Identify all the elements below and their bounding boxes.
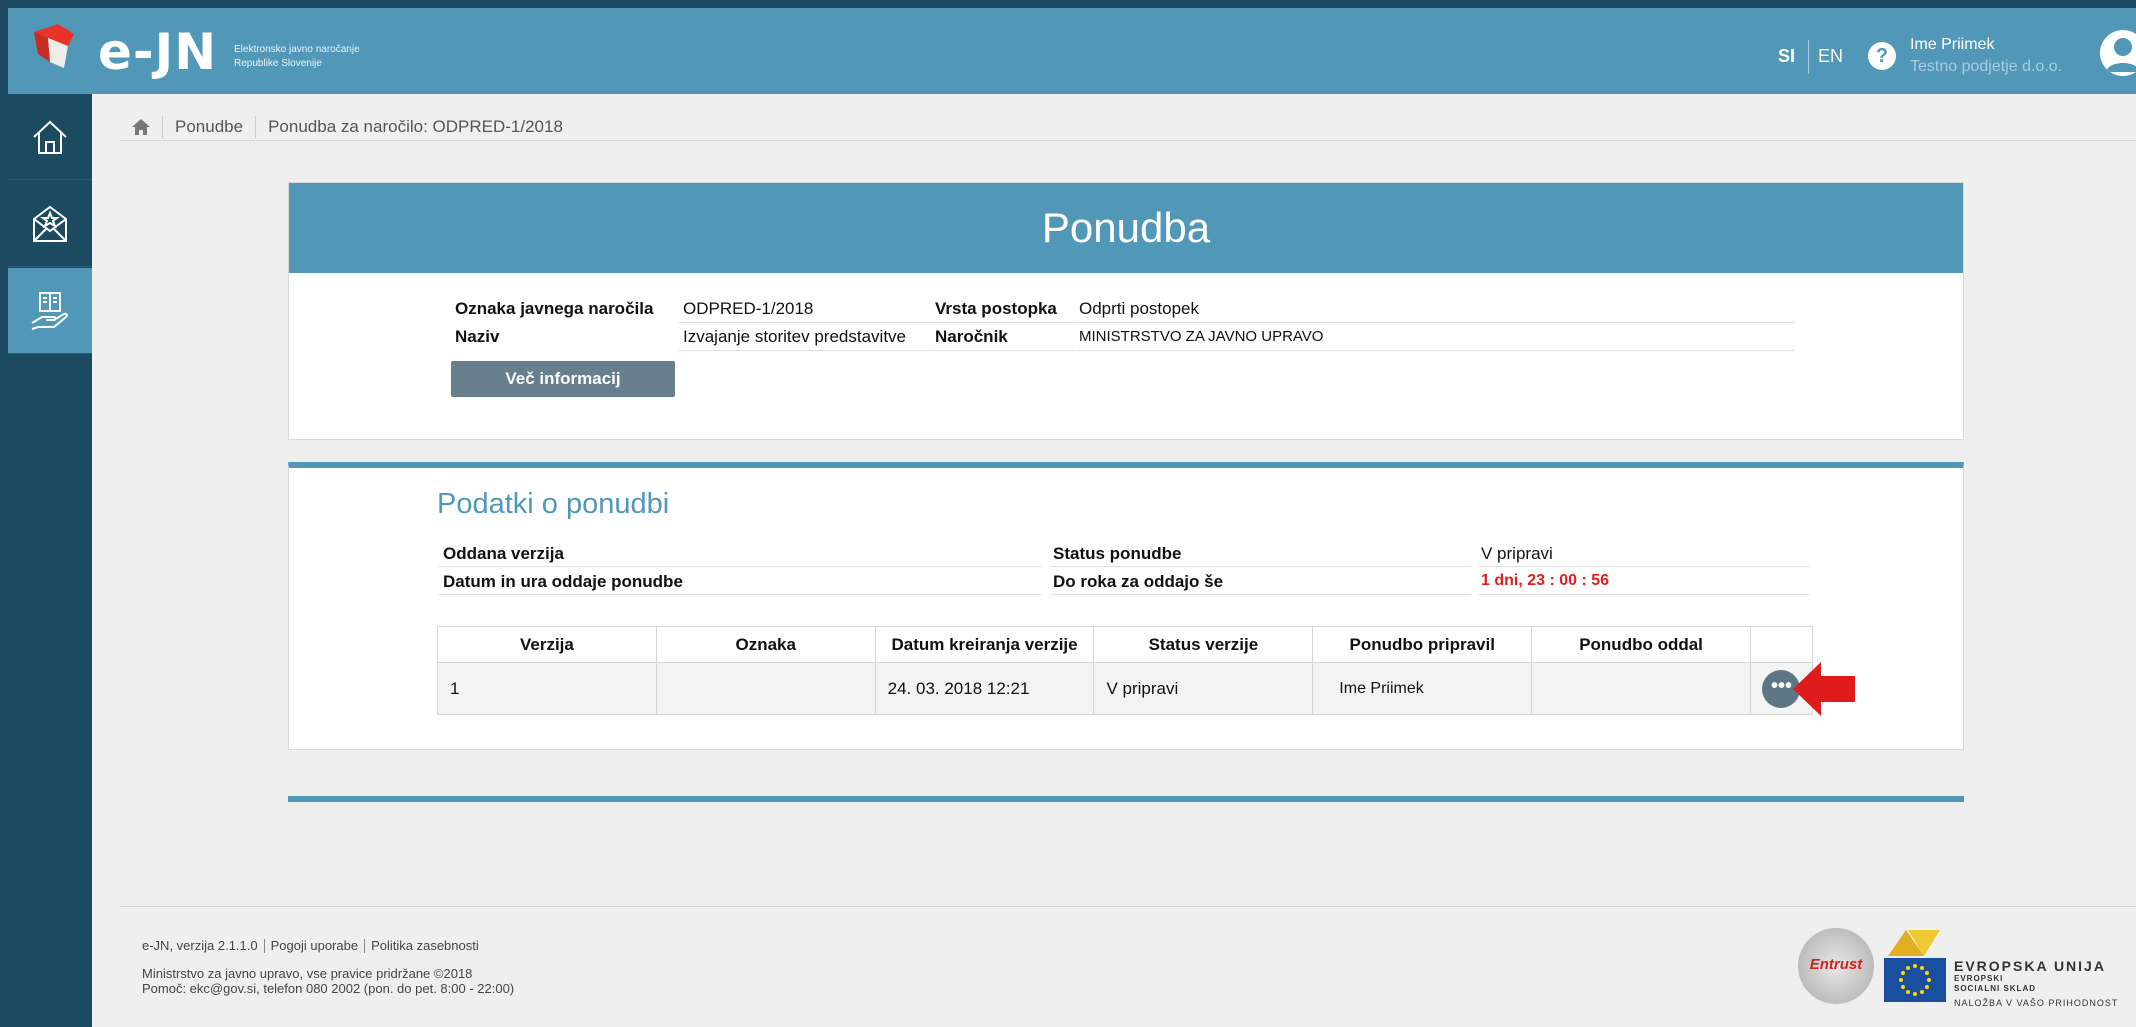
breadcrumb-item-current: Ponudba za naročilo: ODPRED-1/2018 xyxy=(268,117,563,136)
label-narocnik: Naročnik xyxy=(935,327,1008,346)
value-deadline: 1 dni, 23 : 00 : 56 xyxy=(1481,572,1610,589)
value-oznaka: ODPRED-1/2018 xyxy=(683,299,814,318)
eu-title: EVROPSKA UNIJA xyxy=(1954,958,2106,974)
bottom-accent-bar xyxy=(288,796,1964,802)
divider xyxy=(1479,566,1809,567)
top-header: e-JN Elektronsko javno naročanje Republi… xyxy=(8,8,2136,94)
eu-flag-icon xyxy=(1884,958,1946,1002)
sidebar-item-tenders[interactable] xyxy=(8,181,92,267)
column-header[interactable]: Datum kreiranja verzije xyxy=(874,626,1095,663)
table-header-row: Verzija Oznaka Datum kreiranja verzije S… xyxy=(437,626,1814,663)
logo-sub-line2: Republike Slovenije xyxy=(234,58,322,69)
cell-oddal xyxy=(1531,662,1751,715)
column-header[interactable]: Verzija xyxy=(437,626,657,663)
red-arrow-icon xyxy=(1793,662,1855,716)
breadcrumb-divider xyxy=(162,116,163,138)
label-oddana: Oddana verzija xyxy=(443,544,564,563)
cell-pripravil: Ime Priimek xyxy=(1312,662,1533,715)
divider xyxy=(1051,566,1471,567)
divider xyxy=(935,322,1075,323)
question-circle-icon[interactable]: ? xyxy=(1868,42,1896,70)
cell-datum: 24. 03. 2018 12:21 xyxy=(874,662,1095,715)
lang-divider xyxy=(1808,40,1809,74)
divider xyxy=(1479,594,1809,595)
value-narocnik: MINISTRSTVO ZA JAVNO UPRAVO xyxy=(1079,328,1324,345)
footer-divider xyxy=(120,906,2136,907)
user-name[interactable]: Ime Priimek xyxy=(1910,36,1994,54)
card-title: Ponudba xyxy=(289,183,1963,273)
divider xyxy=(679,350,933,351)
value-status: V pripravi xyxy=(1481,544,1553,563)
section-title: Podatki o ponudbi xyxy=(437,488,670,520)
footer-separator xyxy=(364,938,366,953)
sidebar-item-home[interactable] xyxy=(8,94,92,180)
home-icon[interactable] xyxy=(132,119,150,135)
breadcrumb-item-ponudbe[interactable]: Ponudbe xyxy=(175,117,243,137)
versions-table: Verzija Oznaka Datum kreiranja verzije S… xyxy=(437,626,1814,715)
eu-subtitle-1: EVROPSKI xyxy=(1954,974,2004,983)
eu-subtitle-2: SOCIALNI SKLAD xyxy=(1954,984,2036,993)
user-avatar-icon[interactable] xyxy=(2100,30,2136,76)
footer-privacy-link[interactable]: Politika zasebnosti xyxy=(371,938,479,953)
divider xyxy=(935,350,1075,351)
logo-subtitle: Elektronsko javno naročanje Republike Sl… xyxy=(234,43,360,71)
label-status: Status ponudbe xyxy=(1053,544,1182,563)
cell-status: V pripravi xyxy=(1093,662,1314,715)
label-datum: Datum in ura oddaje ponudbe xyxy=(443,572,683,591)
logo-sub-line1: Elektronsko javno naročanje xyxy=(234,44,360,55)
footer-copyright: Ministrstvo za javno upravo, vse pravice… xyxy=(142,966,514,996)
column-header[interactable]: Ponudbo pripravil xyxy=(1312,626,1533,663)
footer-links: e-JN, verzija 2.1.1.0 Pogoji uporabe Pol… xyxy=(142,938,479,953)
envelope-star-icon xyxy=(33,205,67,242)
footer-copyright-text: Ministrstvo za javno upravo, vse pravice… xyxy=(142,966,473,981)
table-row[interactable]: 1 24. 03. 2018 12:21 V pripravi Ime Prii… xyxy=(437,662,1814,715)
divider xyxy=(1077,350,1795,351)
divider xyxy=(439,594,1041,595)
breadcrumb-divider xyxy=(255,116,257,138)
label-vrsta: Vrsta postopka xyxy=(935,299,1057,318)
eu-subtitle-3: NALOŽBA V VAŠO PRIHODNOST xyxy=(1954,998,2119,1008)
divider xyxy=(1051,594,1471,595)
divider xyxy=(439,566,1041,567)
tender-card: Ponudba Oznaka javnega naročila ODPRED-1… xyxy=(288,182,1964,440)
hand-document-icon xyxy=(31,291,68,330)
lang-si-link[interactable]: SI xyxy=(1778,46,1795,67)
value-naziv: Izvajanje storitev predstavitve xyxy=(683,327,906,346)
main-content: Ponudbe Ponudba za naročilo: ODPRED-1/20… xyxy=(92,94,2136,1027)
breadcrumb-underline xyxy=(120,140,2136,141)
home-icon xyxy=(33,120,67,154)
footer-separator xyxy=(263,938,265,953)
ejn-logo-icon[interactable] xyxy=(30,24,78,74)
entrust-label: Entrust xyxy=(1809,956,1863,973)
user-company: Testno podjetje d.o.o. xyxy=(1910,58,2063,75)
label-oznaka: Oznaka javnega naročila xyxy=(455,299,654,318)
cell-oznaka xyxy=(655,662,876,715)
column-header-actions xyxy=(1749,626,1814,663)
divider xyxy=(1077,322,1795,323)
column-header[interactable]: Status verzije xyxy=(1093,626,1314,663)
divider xyxy=(679,322,943,323)
sidebar xyxy=(8,94,92,1027)
column-header[interactable]: Oznaka xyxy=(655,626,876,663)
esf-logo-icon xyxy=(1888,930,1940,956)
footer-help-text: Pomoč: ekc@gov.si, telefon 080 2002 (pon… xyxy=(142,981,515,996)
sidebar-item-offers[interactable] xyxy=(8,268,92,354)
lang-en-link[interactable]: EN xyxy=(1818,46,1843,67)
column-header[interactable]: Ponudbo oddal xyxy=(1531,626,1751,663)
offer-card: Podatki o ponudbi Oddana verzija Status … xyxy=(288,462,1964,750)
footer-terms-link[interactable]: Pogoji uporabe xyxy=(271,938,358,953)
cell-verzija: 1 xyxy=(437,662,657,715)
more-info-button[interactable]: Več informacij xyxy=(451,361,675,397)
breadcrumb: Ponudbe Ponudba za naročilo: ODPRED-1/20… xyxy=(132,112,563,142)
footer-version: e-JN, verzija 2.1.1.0 xyxy=(142,938,258,953)
logo-text[interactable]: e-JN xyxy=(98,27,217,77)
value-vrsta: Odprti postopek xyxy=(1079,299,1200,318)
label-naziv: Naziv xyxy=(455,327,500,346)
label-rok: Do roka za oddajo še xyxy=(1053,572,1224,591)
